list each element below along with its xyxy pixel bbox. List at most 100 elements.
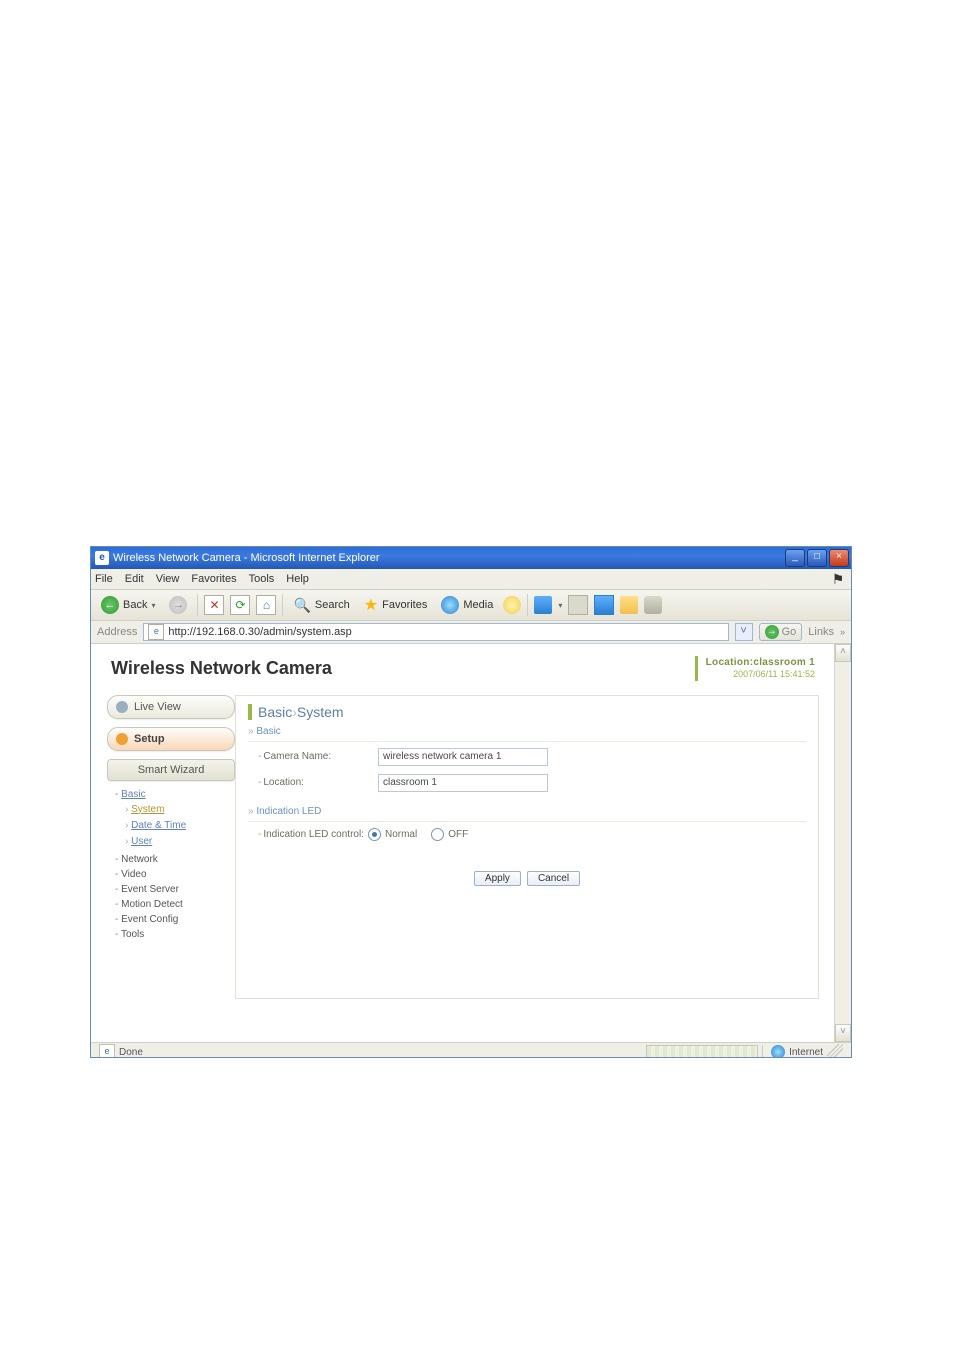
location-label: Location: — [706, 657, 754, 668]
search-icon: 🔍 — [293, 597, 310, 614]
links-label[interactable]: Links — [808, 626, 834, 638]
nav-smart-wizard[interactable]: Smart Wizard — [107, 759, 235, 781]
media-button[interactable]: Media — [437, 594, 497, 616]
location-box: Location:classroom 1 2007/06/11 15:41:52 — [695, 656, 815, 681]
toolbar-separator — [197, 594, 198, 616]
nav-system[interactable]: System — [131, 804, 164, 815]
history-button[interactable] — [503, 596, 521, 614]
panel-title: Basic›System — [248, 704, 806, 720]
forward-arrow-icon: → — [169, 596, 187, 614]
address-bar: Address e http://192.168.0.30/admin/syst… — [91, 621, 851, 644]
section-led-header: Indication LED — [248, 806, 806, 817]
location-input[interactable]: classroom 1 — [378, 774, 548, 792]
mail-dropdown-icon[interactable]: ▾ — [558, 601, 562, 610]
section-basic-header: Basic — [248, 726, 806, 737]
internet-zone-icon — [771, 1045, 785, 1058]
progress-bar — [646, 1045, 758, 1058]
resize-grip-icon[interactable] — [827, 1044, 843, 1058]
print-button[interactable] — [568, 595, 588, 615]
nav-basic[interactable]: Basic — [121, 789, 145, 800]
favorites-star-icon: ★ — [364, 595, 378, 615]
go-button[interactable]: → Go — [759, 623, 803, 641]
favorites-button[interactable]: ★ Favorites — [360, 593, 432, 617]
back-dropdown-icon[interactable]: ▾ — [151, 601, 155, 610]
back-arrow-icon: ← — [101, 596, 119, 614]
nav-live-view[interactable]: Live View — [107, 695, 235, 719]
back-button[interactable]: ← Back ▾ — [97, 594, 159, 616]
menu-favorites[interactable]: Favorites — [191, 573, 236, 585]
vertical-scrollbar[interactable]: ˄ ˅ — [834, 644, 851, 1042]
status-text: Done — [119, 1047, 143, 1058]
led-off-label: OFF — [448, 829, 468, 840]
refresh-button[interactable]: ⟳ — [230, 595, 250, 615]
left-navigation: Live View Setup Smart Wizard Basic Syste… — [107, 695, 225, 999]
nav-date-time[interactable]: Date & Time — [131, 820, 186, 831]
page-status-icon: e — [99, 1044, 115, 1058]
stop-button[interactable]: ✕ — [204, 595, 224, 615]
panel-title-main: Basic — [258, 704, 292, 720]
window-title: Wireless Network Camera - Microsoft Inte… — [113, 552, 380, 564]
gear-icon — [116, 733, 128, 745]
camera-name-label: Camera Name: — [248, 751, 378, 762]
ie-logo-icon: e — [95, 551, 109, 565]
nav-live-view-label: Live View — [134, 701, 181, 713]
page-title: Wireless Network Camera — [111, 658, 695, 679]
toolbar-separator — [527, 594, 528, 616]
nav-setup[interactable]: Setup — [107, 727, 235, 751]
mail-button[interactable] — [534, 596, 552, 614]
location-field-label: Location: — [248, 777, 378, 788]
menu-edit[interactable]: Edit — [125, 573, 144, 585]
panel-title-sub: System — [297, 704, 344, 720]
zone-label: Internet — [789, 1047, 823, 1058]
apply-button[interactable]: Apply — [474, 871, 521, 886]
address-url: http://192.168.0.30/admin/system.asp — [168, 626, 351, 638]
window-close-button[interactable]: × — [829, 549, 849, 567]
menu-tools[interactable]: Tools — [249, 573, 275, 585]
led-control-label: Indication LED control: — [258, 829, 364, 840]
led-normal-radio[interactable] — [368, 828, 381, 841]
scroll-down-arrow-icon[interactable]: ˅ — [835, 1024, 851, 1042]
nav-network[interactable]: Network — [115, 854, 225, 865]
scroll-up-arrow-icon[interactable]: ˄ — [835, 644, 851, 662]
nav-event-server[interactable]: Event Server — [115, 884, 225, 895]
nav-video[interactable]: Video — [115, 869, 225, 880]
page-icon: e — [148, 624, 164, 640]
page-content: ˄ ˅ Wireless Network Camera Location:cla… — [91, 644, 851, 1042]
nav-setup-label: Setup — [134, 733, 165, 745]
discuss-button[interactable] — [620, 596, 638, 614]
menu-help[interactable]: Help — [286, 573, 309, 585]
edit-button[interactable] — [594, 595, 614, 615]
links-chevron-icon[interactable]: » — [840, 627, 845, 637]
cancel-button[interactable]: Cancel — [527, 871, 580, 886]
window-minimize-button[interactable]: _ — [785, 549, 805, 567]
nav-event-config[interactable]: Event Config — [115, 914, 225, 925]
nav-tools[interactable]: Tools — [115, 929, 225, 940]
window-maximize-button[interactable]: □ — [807, 549, 827, 567]
media-icon — [441, 596, 459, 614]
search-button[interactable]: 🔍 Search — [289, 595, 353, 616]
browser-window: e Wireless Network Camera - Microsoft In… — [90, 546, 852, 1058]
favorites-label: Favorites — [382, 599, 427, 611]
timestamp: 2007/06/11 15:41:52 — [706, 669, 815, 681]
menu-bar: File Edit View Favorites Tools Help ⚑ — [91, 569, 851, 590]
address-dropdown-icon[interactable]: ˅ — [735, 623, 753, 641]
settings-panel: Basic›System Basic Camera Name: wireless… — [235, 695, 819, 999]
window-titlebar: e Wireless Network Camera - Microsoft In… — [91, 547, 851, 569]
nav-motion-detect[interactable]: Motion Detect — [115, 899, 225, 910]
browser-toolbar: ← Back ▾ → ✕ ⟳ ⌂ 🔍 Search ★ Favorites — [91, 590, 851, 621]
go-arrow-icon: → — [765, 625, 779, 639]
menu-file[interactable]: File — [95, 573, 113, 585]
menu-view[interactable]: View — [156, 573, 180, 585]
address-input[interactable]: e http://192.168.0.30/admin/system.asp — [143, 623, 728, 641]
nav-user[interactable]: User — [131, 836, 152, 847]
toolbar-separator — [282, 594, 283, 616]
led-normal-label: Normal — [385, 829, 417, 840]
windows-flag-icon: ⚑ — [829, 571, 847, 589]
nav-smart-wizard-label: Smart Wizard — [138, 764, 205, 776]
home-button[interactable]: ⌂ — [256, 595, 276, 615]
led-off-radio[interactable] — [431, 828, 444, 841]
forward-button[interactable]: → — [165, 594, 191, 616]
messenger-button[interactable] — [644, 596, 662, 614]
camera-name-input[interactable]: wireless network camera 1 — [378, 748, 548, 766]
go-label: Go — [782, 626, 797, 638]
